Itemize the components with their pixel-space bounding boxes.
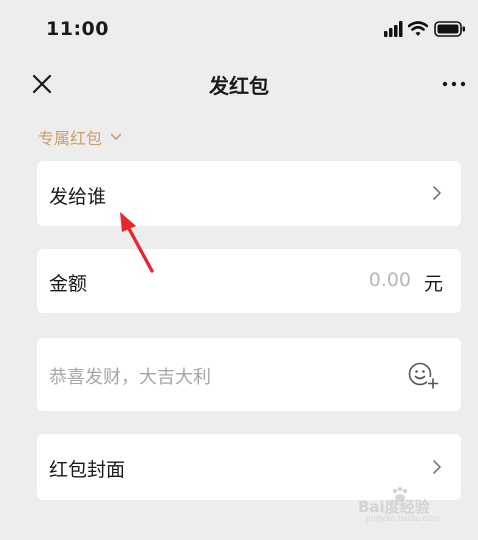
amount-unit: 元 xyxy=(423,273,443,295)
amount-row[interactable]: 金额 0.00 元 xyxy=(37,249,461,313)
more-icon xyxy=(442,81,466,87)
amount-label: 金额 xyxy=(49,273,88,295)
recipient-row[interactable]: 发给谁 xyxy=(37,161,461,226)
battery-icon xyxy=(434,21,465,37)
close-button[interactable] xyxy=(30,72,54,96)
recipient-label: 发给谁 xyxy=(49,186,107,208)
emoji-add-icon xyxy=(408,362,439,389)
status-time: 11:00 xyxy=(46,18,109,40)
status-bar: 11:00 xyxy=(0,0,478,60)
chevron-down-icon xyxy=(110,133,122,140)
chevron-right-icon xyxy=(433,186,441,200)
signal-icon xyxy=(384,21,403,37)
wifi-icon xyxy=(408,21,428,36)
watermark-subtext: jingyan.baidu.com xyxy=(366,514,440,523)
emoji-button[interactable] xyxy=(407,360,439,390)
nav-bar: 发红包 xyxy=(0,62,478,106)
page-title: 发红包 xyxy=(209,74,269,98)
close-icon xyxy=(32,74,52,94)
chevron-right-icon xyxy=(433,460,441,474)
more-button[interactable] xyxy=(442,72,466,96)
watermark: Bai度经验 jingyan.baidu.com xyxy=(358,484,468,524)
greeting-input[interactable]: 恭喜发财，大吉大利 xyxy=(49,363,369,389)
greeting-row[interactable]: 恭喜发财，大吉大利 xyxy=(37,338,461,411)
packet-type-label: 专属红包 xyxy=(38,129,103,148)
packet-type-selector[interactable]: 专属红包 xyxy=(38,126,122,148)
amount-input[interactable]: 0.00 xyxy=(291,269,411,291)
cover-label: 红包封面 xyxy=(49,459,126,481)
